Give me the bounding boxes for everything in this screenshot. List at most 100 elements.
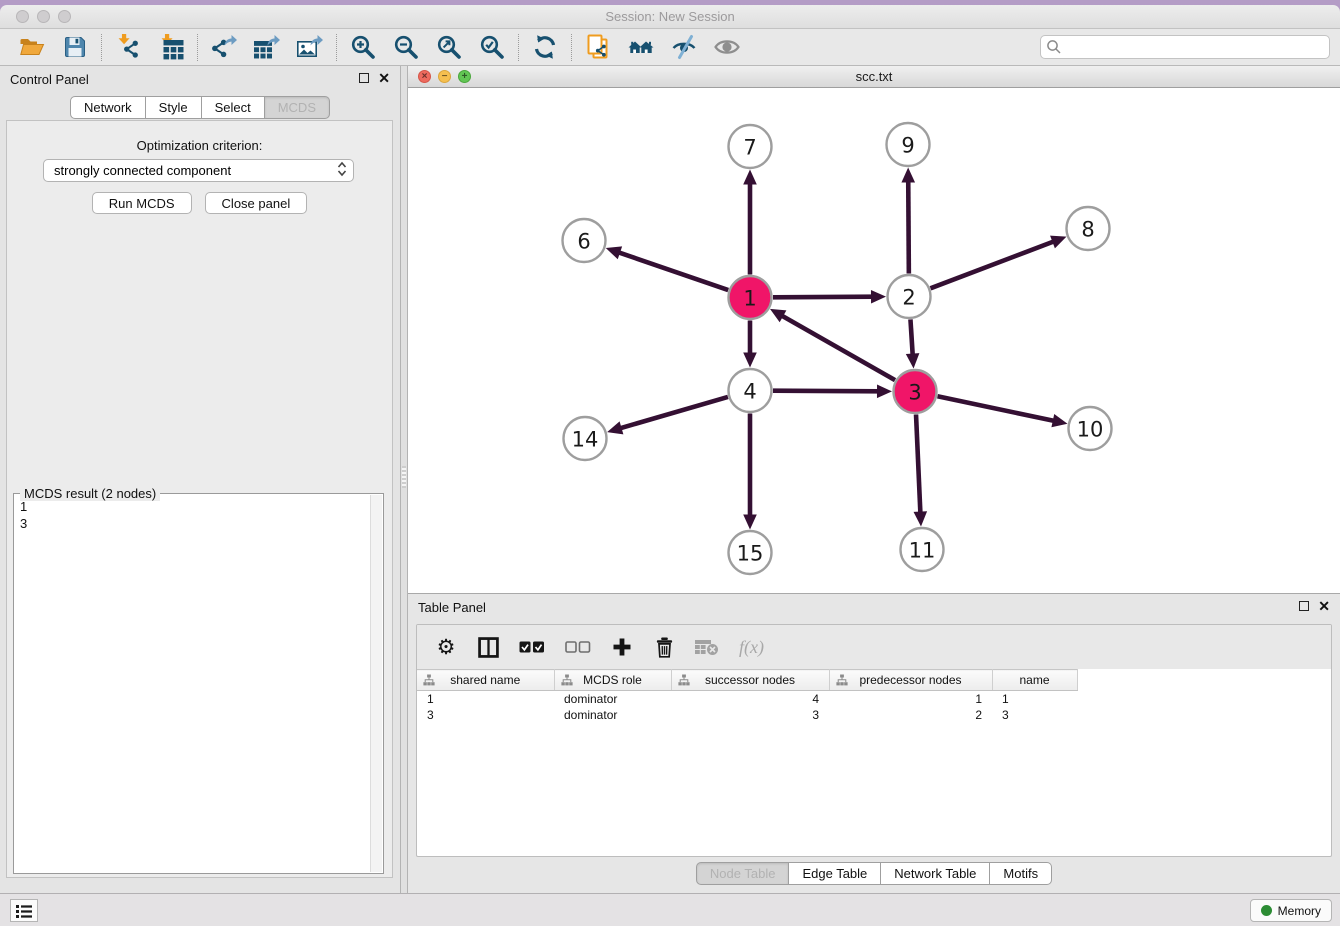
optimization-criterion-dropdown[interactable]: strongly connected component: [43, 159, 354, 182]
graph-edge-arrow: [743, 170, 757, 185]
control-tab-mcds[interactable]: MCDS: [265, 96, 330, 119]
graph-edge-2-3[interactable]: [910, 319, 912, 355]
graph-node-label-9: 9: [901, 134, 914, 158]
graph-node-label-6: 6: [577, 230, 590, 254]
show-eye-icon[interactable]: [714, 34, 740, 60]
node-table: shared nameMCDS rolesuccessor nodesprede…: [417, 669, 1331, 723]
zoom-in-icon[interactable]: [350, 34, 376, 60]
delete-column-icon[interactable]: [653, 637, 675, 658]
open-session-icon[interactable]: [19, 34, 45, 60]
column-header-successor-nodes[interactable]: successor nodes: [671, 670, 829, 691]
task-history-button[interactable]: [10, 899, 38, 922]
window-titlebar: Session: New Session: [0, 5, 1340, 29]
table-toolbar: ⚙ f(x): [417, 625, 1331, 669]
column-header-shared-name[interactable]: shared name: [417, 670, 554, 691]
close-table-panel-icon[interactable]: ✕: [1318, 600, 1330, 612]
table-panel-title: Table Panel: [418, 600, 486, 615]
export-table-icon[interactable]: [254, 34, 280, 60]
graph-node-label-10: 10: [1077, 418, 1104, 442]
graph-edge-3-11[interactable]: [916, 414, 920, 513]
column-header-MCDS-role[interactable]: MCDS role: [554, 670, 671, 691]
shared-column-icon: [836, 674, 848, 686]
graph-edge-1-2[interactable]: [773, 297, 873, 298]
select-all-rows-icon[interactable]: [519, 640, 545, 654]
table-tab-edge-table[interactable]: Edge Table: [789, 862, 881, 885]
column-header-predecessor-nodes[interactable]: predecessor nodes: [829, 670, 992, 691]
control-tab-select[interactable]: Select: [202, 96, 265, 119]
zoom-selected-icon[interactable]: [479, 34, 505, 60]
control-tab-style[interactable]: Style: [146, 96, 202, 119]
run-mcds-button[interactable]: Run MCDS: [92, 192, 192, 214]
shared-column-icon: [423, 674, 435, 686]
zoom-out-icon[interactable]: [393, 34, 419, 60]
graph-edge-arrow: [606, 246, 622, 259]
save-session-icon[interactable]: [62, 34, 88, 60]
import-table-icon[interactable]: [158, 34, 184, 60]
table-tab-node-table[interactable]: Node Table: [696, 862, 790, 885]
close-panel-icon[interactable]: ✕: [378, 72, 390, 84]
float-table-panel-icon[interactable]: [1299, 601, 1309, 611]
graph-edge-arrow: [607, 421, 623, 434]
control-tab-network[interactable]: Network: [70, 96, 146, 119]
graph-node-label-14: 14: [572, 428, 599, 452]
delete-table-icon: [695, 639, 719, 655]
shared-column-icon: [561, 674, 573, 686]
table-tab-motifs[interactable]: Motifs: [990, 862, 1052, 885]
show-columns-icon[interactable]: [477, 637, 499, 658]
graph-edge-2-8[interactable]: [931, 241, 1055, 288]
graph-edge-arrow: [906, 353, 920, 368]
table-panel: Table Panel ✕ ⚙ f(x) shared nameMCDS role…: [408, 593, 1340, 893]
search-icon: [1046, 39, 1062, 55]
graph-node-label-2: 2: [902, 286, 915, 310]
export-image-icon[interactable]: [297, 34, 323, 60]
network-window-title: scc.txt: [408, 69, 1340, 84]
graph-edge-4-14[interactable]: [620, 397, 728, 429]
graph-edge-arrow: [914, 511, 928, 526]
refresh-layout-icon[interactable]: [532, 34, 558, 60]
export-network-icon[interactable]: [211, 34, 237, 60]
table-row[interactable]: 1dominator411: [417, 691, 1331, 707]
graph-edge-3-1[interactable]: [781, 315, 895, 380]
optimization-criterion-label: Optimization criterion:: [7, 138, 392, 153]
mcds-result-box: MCDS result (2 nodes) 13: [13, 493, 384, 874]
float-panel-icon[interactable]: [359, 73, 369, 83]
result-scrollbar[interactable]: [370, 495, 382, 872]
graph-edge-arrow: [743, 353, 757, 368]
dropdown-stepper-icon: [337, 160, 347, 181]
memory-status-icon: [1261, 905, 1272, 916]
table-row[interactable]: 3dominator323: [417, 707, 1331, 723]
graph-edge-2-9[interactable]: [908, 180, 909, 273]
mcds-panel: Optimization criterion: strongly connect…: [6, 120, 393, 878]
graph-node-label-3: 3: [908, 381, 921, 405]
table-tab-network-table[interactable]: Network Table: [881, 862, 990, 885]
table-settings-icon[interactable]: ⚙: [435, 637, 457, 658]
graph-edge-4-3[interactable]: [773, 391, 879, 392]
network-view-window: × − + scc.txt 7968124314101511: [408, 66, 1340, 593]
graph-edge-3-10[interactable]: [938, 396, 1055, 421]
main-toolbar: [0, 29, 1030, 66]
function-builder-icon: f(x): [739, 637, 764, 658]
memory-button[interactable]: Memory: [1250, 899, 1332, 922]
graph-node-label-11: 11: [909, 539, 936, 563]
graph-edge-1-6[interactable]: [618, 252, 728, 290]
graph-node-label-1: 1: [743, 287, 756, 311]
table-panel-tabs: Node TableEdge TableNetwork TableMotifs: [408, 862, 1340, 885]
network-window-titlebar: × − + scc.txt: [408, 66, 1340, 88]
column-header-name[interactable]: name: [992, 670, 1077, 691]
close-panel-button[interactable]: Close panel: [205, 192, 308, 214]
network-graph[interactable]: 7968124314101511: [408, 88, 1340, 593]
graph-node-label-15: 15: [737, 542, 764, 566]
zoom-fit-icon[interactable]: [436, 34, 462, 60]
add-column-icon[interactable]: [611, 637, 633, 657]
graph-edge-arrow: [1051, 414, 1067, 427]
duplicate-network-icon[interactable]: [585, 34, 611, 60]
deselect-all-rows-icon[interactable]: [565, 640, 591, 654]
show-all-houses-icon[interactable]: [628, 34, 654, 60]
search-input[interactable]: [1040, 35, 1330, 59]
network-canvas[interactable]: 7968124314101511: [408, 88, 1340, 593]
panel-splitter[interactable]: [400, 66, 408, 893]
import-network-icon[interactable]: [115, 34, 141, 60]
graph-node-label-4: 4: [743, 380, 756, 404]
graph-node-label-8: 8: [1081, 218, 1094, 242]
hide-selected-eye-icon[interactable]: [671, 34, 697, 60]
